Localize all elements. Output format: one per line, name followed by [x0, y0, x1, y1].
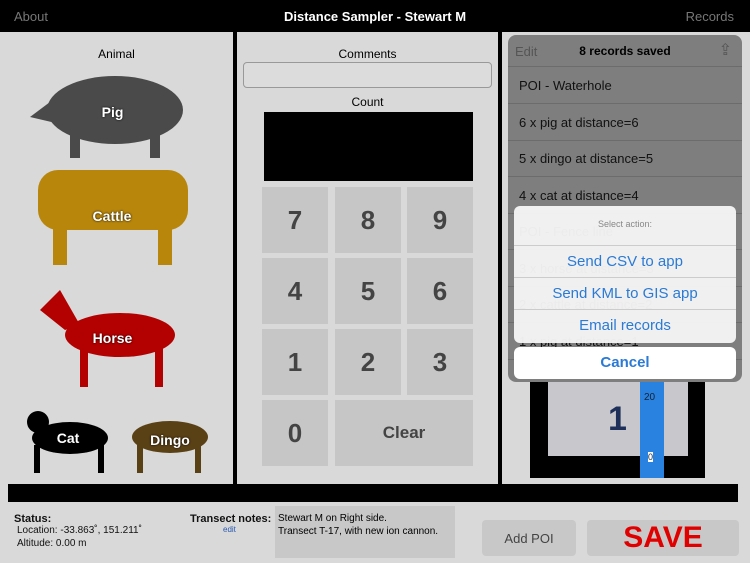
- transect-notes: Stewart M on Right side. Transect T-17, w…: [275, 506, 455, 558]
- location-text: Location: -33.863˚, 151.211˚: [17, 525, 142, 536]
- animal-horse-button[interactable]: Horse: [40, 290, 185, 388]
- animal-name: Pig: [101, 104, 124, 120]
- count-display: [264, 112, 473, 181]
- save-button[interactable]: SAVE: [587, 520, 739, 556]
- records-popover: Edit 8 records saved ⇪ POI - Waterhole 6 …: [508, 35, 742, 382]
- bottom-bar: [8, 484, 738, 502]
- action-sheet-title: Select action:: [514, 206, 736, 246]
- send-csv-button[interactable]: Send CSV to app: [514, 246, 736, 278]
- animal-name: Cattle: [92, 208, 132, 224]
- key-1[interactable]: 1: [262, 329, 328, 395]
- comments-input[interactable]: [243, 62, 492, 88]
- key-4[interactable]: 4: [262, 258, 328, 324]
- animal-name: Dingo: [150, 432, 190, 448]
- record-item[interactable]: POI - Waterhole: [508, 67, 742, 104]
- top-bar: About Distance Sampler - Stewart M Recor…: [0, 0, 750, 32]
- animal-cattle-button[interactable]: Cattle: [28, 165, 196, 267]
- clear-button[interactable]: Clear: [335, 400, 473, 466]
- key-6[interactable]: 6: [407, 258, 473, 324]
- app-title: Distance Sampler - Stewart M: [283, 9, 467, 24]
- animal-dingo-button[interactable]: Dingo: [125, 405, 215, 475]
- key-3[interactable]: 3: [407, 329, 473, 395]
- altitude-text: Altitude: 0.00 m: [17, 538, 87, 549]
- record-item[interactable]: 5 x dingo at distance=5: [508, 140, 742, 177]
- animal-cat-button[interactable]: Cat: [20, 400, 116, 475]
- share-icon[interactable]: ⇪: [719, 40, 732, 60]
- animal-label: Animal: [98, 47, 135, 61]
- records-title: 8 records saved: [579, 44, 671, 58]
- animal-name: Cat: [56, 430, 80, 446]
- records-button[interactable]: Records: [686, 9, 734, 24]
- tape-measure: 20 0: [640, 380, 664, 478]
- key-8[interactable]: 8: [335, 187, 401, 253]
- count-label: Count: [351, 95, 384, 109]
- transect-edit-link[interactable]: edit: [223, 525, 236, 534]
- animal-name: Horse: [92, 330, 133, 346]
- key-7[interactable]: 7: [262, 187, 328, 253]
- divider: [498, 32, 502, 484]
- record-item[interactable]: 6 x pig at distance=6: [508, 104, 742, 141]
- action-sheet: Select action: Send CSV to app Send KML …: [514, 206, 736, 343]
- comments-label: Comments: [338, 47, 397, 61]
- key-2[interactable]: 2: [335, 329, 401, 395]
- key-9[interactable]: 9: [407, 187, 473, 253]
- key-0[interactable]: 0: [262, 400, 328, 466]
- distance-display: 1 20 0: [530, 380, 705, 478]
- add-poi-button[interactable]: Add POI: [482, 520, 576, 556]
- email-records-button[interactable]: Email records: [514, 310, 736, 342]
- send-kml-button[interactable]: Send KML to GIS app: [514, 278, 736, 310]
- status-label: Status:: [14, 513, 52, 525]
- distance-value: 1: [608, 400, 627, 438]
- cancel-button[interactable]: Cancel: [514, 347, 736, 379]
- key-5[interactable]: 5: [335, 258, 401, 324]
- animal-pig-button[interactable]: Pig: [30, 62, 195, 160]
- transect-label: Transect notes:: [190, 513, 272, 525]
